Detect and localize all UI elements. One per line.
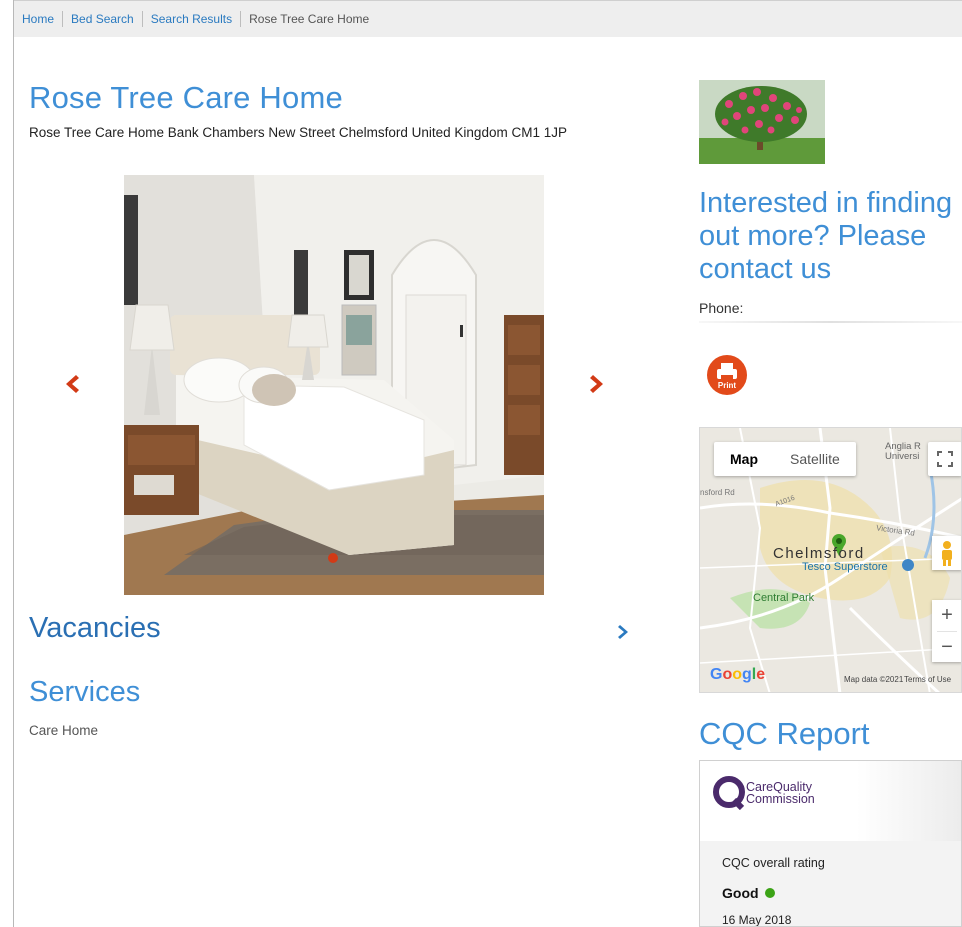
map-park-label: Central Park xyxy=(753,592,815,604)
home-address: Rose Tree Care Home Bank Chambers New St… xyxy=(29,125,567,140)
vacancies-expand-button[interactable] xyxy=(615,623,633,641)
map-fullscreen-button[interactable] xyxy=(928,442,961,476)
cqc-rating-value: Good xyxy=(722,885,775,901)
google-logo: Google xyxy=(710,666,766,683)
phone-divider xyxy=(699,321,962,323)
map-road-label: nsford Rd xyxy=(700,488,735,497)
cqc-rating-widget[interactable]: CareQuality Commission CQC overall ratin… xyxy=(699,760,962,927)
page-title: Rose Tree Care Home xyxy=(29,80,343,115)
carousel-indicator[interactable] xyxy=(328,553,338,563)
map-terms-link[interactable]: Terms of Use xyxy=(904,675,951,684)
map-type-control: Map Satellite xyxy=(714,442,856,476)
street-view-button[interactable] xyxy=(932,536,961,570)
map-zoom-control: + − xyxy=(932,600,961,663)
home-thumbnail xyxy=(699,80,825,164)
pegman-icon xyxy=(942,541,952,566)
service-item: Care Home xyxy=(29,723,99,738)
vacancies-heading[interactable]: Vacancies xyxy=(29,612,161,645)
cqc-rating-label: CQC overall rating xyxy=(722,856,825,870)
bedroom-photo xyxy=(124,175,544,595)
print-label: Print xyxy=(717,381,737,390)
rose-tree-photo xyxy=(699,80,825,164)
carousel-image xyxy=(124,175,544,595)
fullscreen-icon xyxy=(937,451,953,467)
breadcrumb-bed-search[interactable]: Bed Search xyxy=(63,12,142,26)
breadcrumb-search-results[interactable]: Search Results xyxy=(143,12,240,26)
chevron-right-icon xyxy=(618,625,628,639)
zoom-out-button[interactable]: − xyxy=(932,632,961,663)
cqc-report-heading: CQC Report xyxy=(699,716,870,751)
chevron-left-icon xyxy=(66,375,79,393)
contact-heading: Interested in finding out more? Please c… xyxy=(699,187,962,286)
map-data-credit: Map data ©2021 xyxy=(844,675,904,684)
map-poi-label: Tesco Superstore xyxy=(802,561,888,573)
map-type-satellite-button[interactable]: Satellite xyxy=(774,442,856,476)
cqc-logo-line2: Commission xyxy=(746,792,815,806)
map-type-map-button[interactable]: Map xyxy=(714,442,774,476)
breadcrumb: Home Bed Search Search Results Rose Tree… xyxy=(14,1,962,37)
breadcrumb-current: Rose Tree Care Home xyxy=(249,12,370,26)
map-city-label: Chelmsford xyxy=(773,545,865,562)
breadcrumb-home[interactable]: Home xyxy=(14,12,62,26)
phone-label: Phone: xyxy=(699,300,744,316)
contact-heading-line: Interested in finding xyxy=(699,187,953,219)
cqc-rating-date: 16 May 2018 xyxy=(722,913,792,927)
cqc-logo-text: CareQuality Commission xyxy=(746,781,815,806)
rating-status-dot-icon xyxy=(764,888,775,898)
carousel-next-button[interactable] xyxy=(585,372,609,396)
carousel-prev-button[interactable] xyxy=(60,372,84,396)
page-left-border xyxy=(13,0,14,927)
location-map[interactable]: nsford Rd A1016 Victoria Rd Chelmsford T… xyxy=(699,427,962,693)
contact-heading-line: contact us xyxy=(699,253,832,285)
contact-heading-line: out more? Please xyxy=(699,220,927,252)
map-poi-label: Anglia R Universi xyxy=(885,441,921,462)
print-button[interactable]: Print xyxy=(707,355,747,395)
services-heading: Services xyxy=(29,676,141,708)
zoom-in-button[interactable]: + xyxy=(932,600,961,631)
chevron-right-icon xyxy=(590,375,603,393)
cqc-rating-text: Good xyxy=(722,885,759,901)
